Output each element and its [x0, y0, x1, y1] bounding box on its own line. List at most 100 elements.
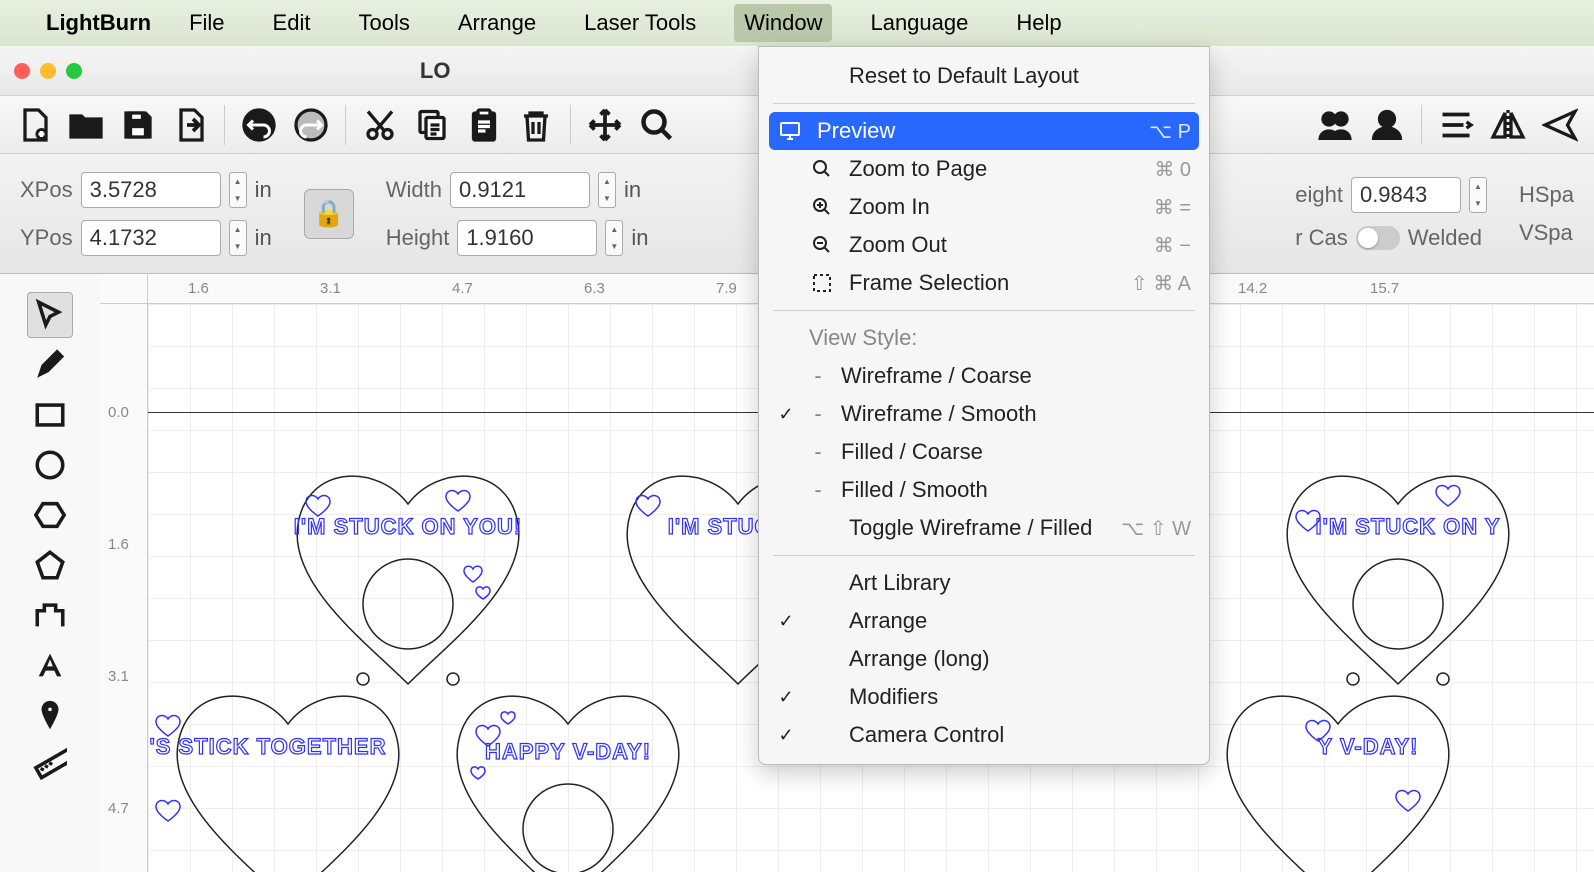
svg-text:Y V-DAY!: Y V-DAY!: [1318, 734, 1419, 759]
menu-toggle-wireframe[interactable]: Toggle Wireframe / Filled ⌥ ⇧ W: [759, 509, 1209, 547]
minimize-button[interactable]: [40, 63, 56, 79]
select-tool[interactable]: [27, 292, 73, 338]
menu-preview[interactable]: Preview ⌥ P: [769, 112, 1199, 150]
users-icon[interactable]: [1313, 103, 1357, 147]
case-label: r Cas: [1295, 225, 1348, 251]
case-toggle[interactable]: [1356, 226, 1400, 250]
app-name: LightBurn: [46, 10, 151, 36]
cut-icon[interactable]: [358, 103, 402, 147]
paste-icon[interactable]: [462, 103, 506, 147]
menu-file[interactable]: File: [179, 4, 234, 42]
menu-help[interactable]: Help: [1006, 4, 1071, 42]
menu-filled-smooth[interactable]: - Filled / Smooth: [759, 471, 1209, 509]
menu-filled-coarse[interactable]: - Filled / Coarse: [759, 433, 1209, 471]
hexagon-tool[interactable]: [27, 492, 73, 538]
delete-icon[interactable]: [514, 103, 558, 147]
ypos-field[interactable]: 4.1732: [81, 220, 221, 256]
traffic-lights: [14, 63, 82, 79]
polygon-tool[interactable]: [27, 542, 73, 588]
menu-zoom-in[interactable]: Zoom In ⌘ =: [759, 188, 1209, 226]
svg-text:HAPPY V-DAY!: HAPPY V-DAY!: [485, 739, 651, 764]
width-field[interactable]: 0.9121: [450, 172, 590, 208]
height-field[interactable]: 1.9160: [457, 220, 597, 256]
height-unit: in: [631, 225, 648, 251]
svg-text:I'M STUCK ON Y: I'M STUCK ON Y: [1315, 514, 1500, 539]
svg-text:I'M STUCK ON YOU!: I'M STUCK ON YOU!: [294, 514, 522, 539]
rectangle-tool[interactable]: [27, 392, 73, 438]
menu-art-library[interactable]: Art Library: [759, 564, 1209, 602]
menu-frame-selection[interactable]: Frame Selection ⇧ ⌘ A: [759, 264, 1209, 302]
undo-icon[interactable]: [237, 103, 281, 147]
new-file-icon[interactable]: [12, 103, 56, 147]
zoom-page-icon: [809, 156, 835, 182]
zoom-icon[interactable]: [635, 103, 679, 147]
heart-shape[interactable]: 'S STICK TOGETHER: [148, 674, 438, 872]
frame-icon: [809, 270, 835, 296]
xpos-unit: in: [255, 177, 272, 203]
menu-wireframe-smooth[interactable]: ✓- Wireframe / Smooth: [759, 395, 1209, 433]
export-icon[interactable]: [168, 103, 212, 147]
menu-arrange-long[interactable]: Arrange (long): [759, 640, 1209, 678]
vspa-label: VSpa: [1519, 220, 1573, 246]
menu-wireframe-coarse[interactable]: - Wireframe / Coarse: [759, 357, 1209, 395]
menu-language[interactable]: Language: [860, 4, 978, 42]
width-unit: in: [624, 177, 641, 203]
align-icon[interactable]: [1434, 103, 1478, 147]
menu-camera-control[interactable]: ✓ Camera Control: [759, 716, 1209, 754]
send-icon[interactable]: [1538, 103, 1582, 147]
lock-icon[interactable]: 🔒: [304, 189, 354, 239]
menu-edit[interactable]: Edit: [263, 4, 321, 42]
zoom-out-icon: [809, 232, 835, 258]
user-icon[interactable]: [1365, 103, 1409, 147]
close-button[interactable]: [14, 63, 30, 79]
menu-arrange-panel[interactable]: ✓ Arrange: [759, 602, 1209, 640]
menu-zoom-out[interactable]: Zoom Out ⌘ −: [759, 226, 1209, 264]
fullscreen-button[interactable]: [66, 63, 82, 79]
measure-tool[interactable]: [27, 742, 73, 788]
xpos-label: XPos: [20, 177, 73, 203]
zoom-in-icon: [809, 194, 835, 220]
menu-window[interactable]: Window: [734, 4, 832, 42]
pan-icon[interactable]: [583, 103, 627, 147]
open-file-icon[interactable]: [64, 103, 108, 147]
right-height-field[interactable]: 0.9843: [1351, 177, 1461, 213]
menu-modifiers[interactable]: ✓ Modifiers: [759, 678, 1209, 716]
ypos-unit: in: [255, 225, 272, 251]
height-spinner[interactable]: ▲▼: [605, 220, 623, 256]
menu-zoom-to-page[interactable]: Zoom to Page ⌘ 0: [759, 150, 1209, 188]
width-label: Width: [386, 177, 442, 203]
right-height-label: eight: [1295, 182, 1343, 208]
heart-shape[interactable]: HAPPY V-DAY!: [418, 674, 718, 872]
window-menu-dropdown: Reset to Default Layout Preview ⌥ P Zoom…: [758, 46, 1210, 765]
welded-label: Welded: [1408, 225, 1482, 251]
circle-tool[interactable]: [27, 442, 73, 488]
mirror-icon[interactable]: [1486, 103, 1530, 147]
tool-palette: [0, 274, 100, 872]
view-style-label: View Style:: [759, 319, 1209, 357]
ypos-label: YPos: [20, 225, 73, 251]
xpos-field[interactable]: 3.5728: [81, 172, 221, 208]
menu-tools[interactable]: Tools: [348, 4, 419, 42]
hspa-label: HSpa: [1519, 182, 1574, 208]
tab-tool[interactable]: [27, 592, 73, 638]
text-tool[interactable]: [27, 642, 73, 688]
height-label: Height: [386, 225, 450, 251]
ruler-vertical: 0.0 1.6 3.1 4.7: [100, 304, 148, 872]
ruler-corner: [100, 274, 148, 304]
menu-reset-layout[interactable]: Reset to Default Layout: [759, 57, 1209, 95]
ypos-spinner[interactable]: ▲▼: [229, 220, 247, 256]
copy-icon[interactable]: [410, 103, 454, 147]
marker-tool[interactable]: [27, 692, 73, 738]
xpos-spinner[interactable]: ▲▼: [229, 172, 247, 208]
width-spinner[interactable]: ▲▼: [598, 172, 616, 208]
svg-text:'S STICK TOGETHER: 'S STICK TOGETHER: [150, 734, 387, 759]
menu-arrange[interactable]: Arrange: [448, 4, 546, 42]
menu-lasertools[interactable]: Laser Tools: [574, 4, 706, 42]
monitor-icon: [777, 118, 803, 144]
heart-shape[interactable]: Y V-DAY!: [1188, 674, 1488, 872]
menubar: LightBurn File Edit Tools Arrange Laser …: [0, 0, 1594, 46]
right-height-spinner[interactable]: ▲▼: [1469, 177, 1487, 213]
pencil-tool[interactable]: [27, 342, 73, 388]
save-icon[interactable]: [116, 103, 160, 147]
redo-icon[interactable]: [289, 103, 333, 147]
